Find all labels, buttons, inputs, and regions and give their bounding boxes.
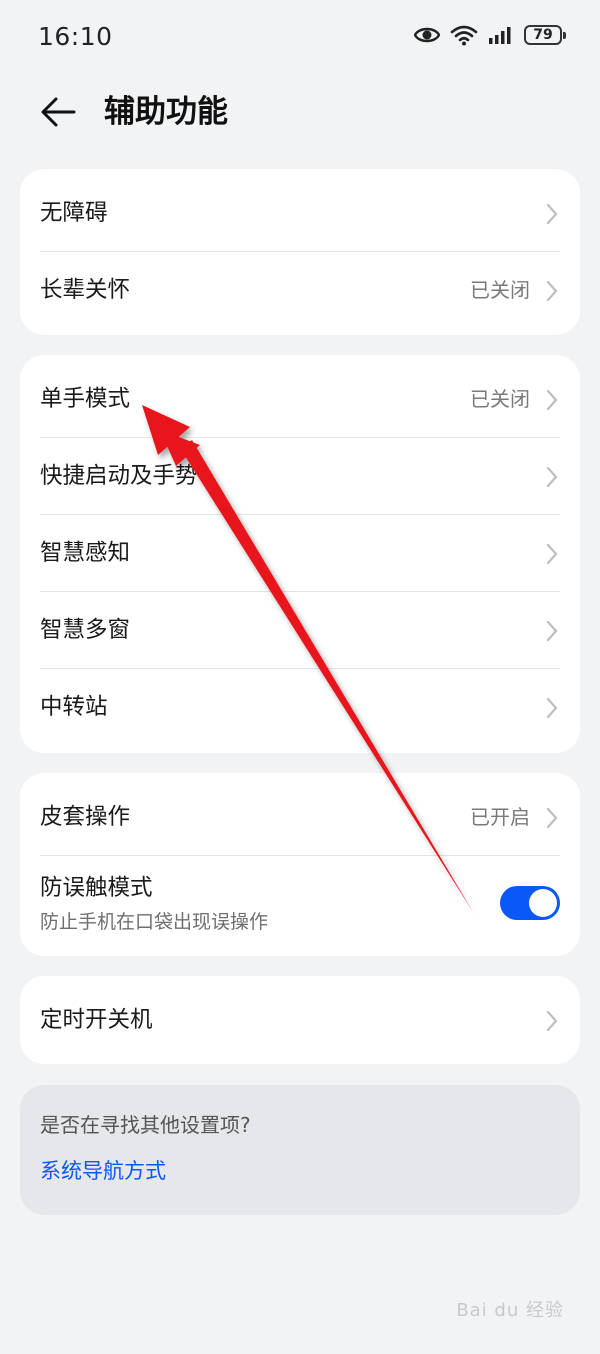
settings-group-4: 定时开关机 (20, 976, 580, 1064)
row-label: 中转站 (40, 694, 108, 720)
chevron-right-icon (546, 203, 558, 225)
row-status: 已关闭 (470, 387, 530, 411)
chevron-right-icon (546, 466, 558, 488)
settings-group-1: 无障碍 长辈关怀 已关闭 (20, 169, 580, 335)
row-shortcuts-gestures[interactable]: 快捷启动及手势 (20, 438, 580, 515)
row-subtitle: 防止手机在口袋出现误操作 (40, 911, 269, 933)
battery-level: 79 (533, 27, 553, 43)
row-label: 快捷启动及手势 (40, 463, 198, 489)
row-scheduled-power[interactable]: 定时开关机 (20, 982, 580, 1059)
row-smart-perception[interactable]: 智慧感知 (20, 515, 580, 592)
header: 辅助功能 (0, 76, 600, 156)
status-bar: 16:10 79 (0, 0, 600, 76)
status-time: 16:10 (38, 22, 113, 51)
row-label: 单手模式 (40, 386, 131, 412)
chevron-right-icon (546, 543, 558, 565)
row-label: 皮套操作 (40, 804, 131, 830)
settings-group-3: 皮套操作 已开启 防误触模式 防止手机在口袋出现误操作 (20, 773, 580, 956)
back-button[interactable] (36, 90, 80, 134)
page-title: 辅助功能 (104, 94, 228, 130)
row-accessibility[interactable]: 无障碍 (20, 175, 580, 252)
wifi-icon (450, 25, 478, 46)
chevron-right-icon (546, 807, 558, 829)
row-label: 无障碍 (40, 200, 108, 226)
row-transfer-station[interactable]: 中转站 (20, 669, 580, 746)
row-accidental-touch-mode: 防误触模式 防止手机在口袋出现误操作 (20, 856, 580, 956)
suggestion-question: 是否在寻找其他设置项? (40, 1113, 251, 1137)
chevron-right-icon (546, 280, 558, 302)
battery-icon: 79 (524, 25, 566, 45)
chevron-right-icon (546, 389, 558, 411)
row-status: 已关闭 (470, 278, 530, 302)
row-label: 长辈关怀 (40, 277, 131, 303)
toggle-knob (529, 889, 557, 917)
accidental-touch-toggle[interactable] (500, 886, 560, 920)
signal-icon (489, 27, 511, 44)
chevron-right-icon (546, 620, 558, 642)
row-label: 防误触模式 (40, 875, 153, 901)
row-label: 定时开关机 (40, 1007, 153, 1033)
row-smart-multiwindow[interactable]: 智慧多窗 (20, 592, 580, 669)
eye-icon (414, 27, 440, 43)
row-label: 智慧感知 (40, 540, 131, 566)
row-elder-care[interactable]: 长辈关怀 已关闭 (20, 252, 580, 329)
suggestion-link[interactable]: 系统导航方式 (40, 1155, 166, 1185)
chevron-right-icon (546, 697, 558, 719)
row-cover-operation[interactable]: 皮套操作 已开启 (20, 779, 580, 856)
watermark-logo: Bai du 经验 (456, 1300, 564, 1321)
status-icons: 79 (414, 24, 566, 46)
row-one-hand-mode[interactable]: 单手模式 已关闭 (20, 361, 580, 438)
suggestion-card: 是否在寻找其他设置项? 系统导航方式 (20, 1085, 580, 1215)
row-label: 智慧多窗 (40, 617, 131, 643)
back-arrow-icon (41, 97, 76, 127)
settings-group-2: 单手模式 已关闭 快捷启动及手势 智慧感知 智慧多窗 中转站 (20, 355, 580, 753)
row-status: 已开启 (470, 805, 530, 829)
chevron-right-icon (546, 1010, 558, 1032)
